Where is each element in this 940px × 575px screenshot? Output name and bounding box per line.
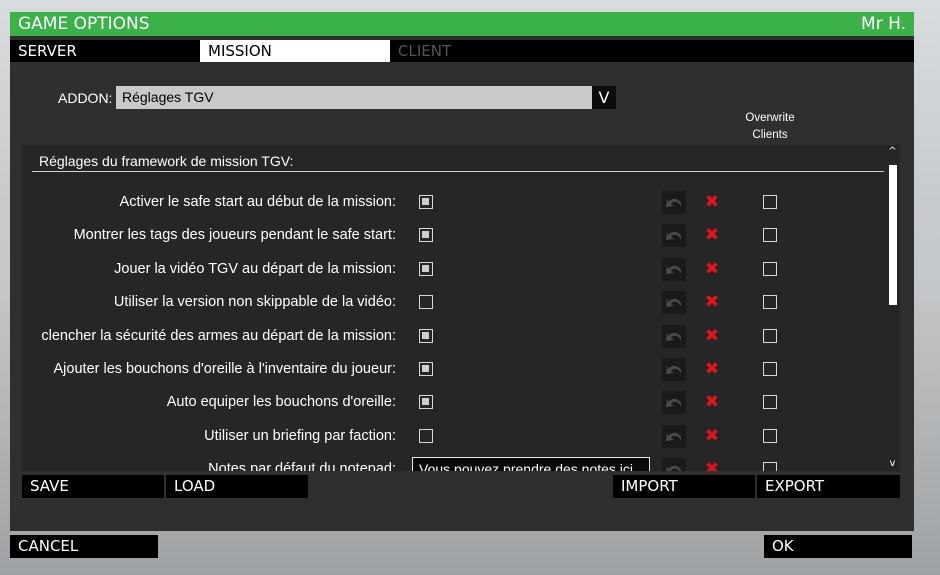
setting-checkbox[interactable] — [419, 228, 433, 243]
setting-label: Jouer la vidéo TGV au départ de la missi… — [114, 260, 396, 277]
scroll-up-icon[interactable]: ^ — [885, 145, 900, 159]
scroll-down-icon[interactable]: v — [885, 457, 900, 471]
setting-label: Montrer les tags des joueurs pendant le … — [73, 227, 396, 244]
overwrite-clients-checkbox[interactable] — [763, 395, 777, 410]
clear-x-icon[interactable]: ✖ — [702, 290, 722, 314]
reset-default-button[interactable] — [662, 191, 686, 214]
import-button[interactable]: IMPORT — [613, 475, 755, 498]
clear-x-icon[interactable]: ✖ — [702, 357, 722, 381]
clear-x-icon[interactable]: ✖ — [702, 190, 722, 214]
setting-row: Ajouter les bouchons d'oreille à l'inven… — [22, 355, 884, 383]
overwrite-header-line2: Clients — [752, 129, 788, 141]
clear-x-icon[interactable]: ✖ — [702, 223, 722, 247]
dialog-title: GAME OPTIONS — [18, 14, 150, 34]
reset-default-button[interactable] — [662, 224, 686, 248]
setting-label: Activer le safe start au début de la mis… — [119, 194, 396, 210]
setting-row: Auto equiper les bouchons d'oreille: ✖ — [22, 388, 884, 416]
load-button[interactable]: LOAD — [166, 475, 308, 498]
setting-label: Notes par défaut du notepad: — [208, 461, 396, 471]
reset-default-button[interactable] — [662, 358, 686, 381]
clear-x-icon[interactable]: ✖ — [702, 257, 722, 281]
reset-default-button[interactable] — [662, 391, 686, 415]
overwrite-clients-checkbox[interactable] — [763, 362, 777, 376]
setting-label: Utiliser un briefing par faction: — [204, 427, 396, 444]
tab-bar: SERVER MISSION CLIENT — [10, 40, 914, 62]
title-bar: GAME OPTIONS Mr H. — [10, 12, 914, 36]
export-button[interactable]: EXPORT — [757, 475, 900, 498]
setting-row: clencher la sécurité des armes au départ… — [22, 322, 884, 350]
game-options-dialog: GAME OPTIONS Mr H. SERVER MISSION CLIENT… — [10, 12, 914, 531]
setting-checkbox[interactable] — [419, 261, 433, 276]
clear-x-icon[interactable]: ✖ — [702, 324, 722, 348]
setting-row: Jouer la vidéo TGV au départ de la missi… — [22, 255, 884, 283]
setting-label: Auto equiper les bouchons d'oreille: — [166, 394, 396, 411]
setting-label: Utiliser la version non skippable de la … — [113, 294, 396, 311]
reset-default-button[interactable] — [662, 458, 686, 471]
setting-checkbox[interactable] — [419, 328, 433, 343]
clear-x-icon[interactable]: ✖ — [702, 424, 722, 448]
setting-checkbox[interactable] — [419, 395, 433, 410]
tab-client[interactable]: CLIENT — [390, 40, 580, 62]
notepad-text-field[interactable]: Vous pouvez prendre des notes ici. — [412, 457, 650, 471]
save-button[interactable]: SAVE — [22, 475, 164, 498]
reset-default-button[interactable] — [662, 257, 686, 281]
setting-row: Activer le safe start au début de la mis… — [22, 188, 884, 216]
setting-row: Utiliser la version non skippable de la … — [22, 288, 884, 316]
overwrite-clients-checkbox[interactable] — [763, 428, 777, 443]
setting-checkbox[interactable] — [419, 295, 433, 310]
overwrite-clients-checkbox[interactable] — [763, 261, 777, 276]
reset-default-button[interactable] — [662, 291, 686, 315]
setting-row: Notes par défaut du notepad: Vous pouvez … — [22, 455, 884, 471]
settings-list: Réglages du framework de mission TGV: Ac… — [22, 145, 900, 471]
scrollbar[interactable]: ^ v — [885, 145, 900, 471]
clear-x-icon[interactable]: ✖ — [702, 457, 722, 471]
addon-dropdown-arrow-icon[interactable]: V — [592, 86, 616, 109]
addon-label: ADDON: — [58, 90, 113, 106]
reset-default-button[interactable] — [662, 424, 686, 448]
overwrite-clients-checkbox[interactable] — [763, 295, 777, 310]
player-name: Mr H. — [861, 14, 906, 34]
ok-button[interactable]: OK — [764, 535, 912, 558]
overwrite-clients-checkbox[interactable] — [763, 328, 777, 343]
scroll-thumb[interactable] — [889, 165, 897, 305]
overwrite-clients-checkbox[interactable] — [763, 462, 777, 471]
setting-checkbox[interactable] — [419, 362, 433, 376]
overwrite-clients-checkbox[interactable] — [763, 195, 777, 209]
setting-label: clencher la sécurité des armes au départ… — [41, 327, 396, 344]
setting-checkbox[interactable] — [419, 428, 433, 443]
setting-checkbox[interactable] — [419, 195, 433, 209]
overwrite-clients-header: Overwrite Clients — [734, 110, 806, 144]
reset-default-button[interactable] — [662, 324, 686, 348]
cancel-button[interactable]: CANCEL — [10, 535, 158, 558]
tab-mission[interactable]: MISSION — [200, 40, 390, 62]
overwrite-header-line1: Overwrite — [745, 112, 795, 124]
setting-label: Ajouter les bouchons d'oreille à l'inven… — [53, 361, 396, 377]
panel-divider — [32, 171, 884, 172]
addon-dropdown[interactable]: Réglages TGV — [116, 86, 592, 109]
clear-x-icon[interactable]: ✖ — [702, 390, 722, 414]
setting-row: Utiliser un briefing par faction: ✖ — [22, 422, 884, 450]
tab-server[interactable]: SERVER — [10, 40, 200, 62]
overwrite-clients-checkbox[interactable] — [763, 228, 777, 243]
setting-row: Montrer les tags des joueurs pendant le … — [22, 221, 884, 249]
panel-title: Réglages du framework de mission TGV: — [39, 153, 294, 169]
